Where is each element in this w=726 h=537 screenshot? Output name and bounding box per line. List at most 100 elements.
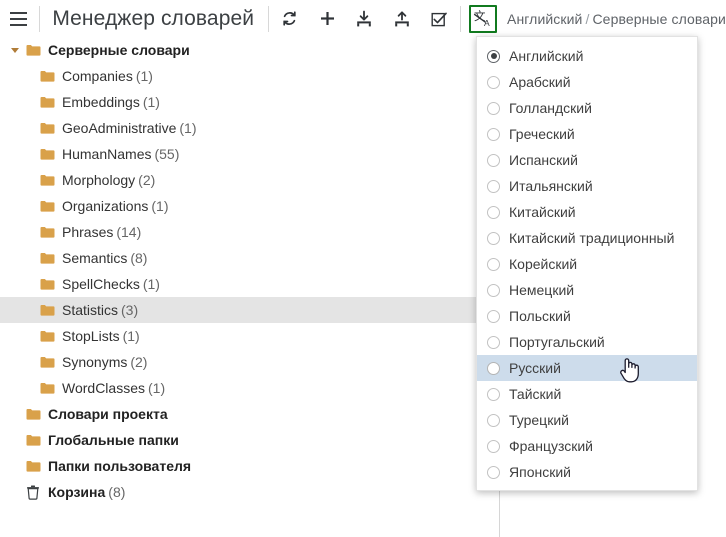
page-title: Менеджер словарей — [52, 6, 255, 30]
tree-root-folder-глобальные[interactable]: Глобальные папки — [0, 427, 499, 453]
language-option[interactable]: Португальский — [477, 329, 697, 355]
radio-button-icon[interactable] — [487, 153, 500, 167]
tree-item-server-dictionaries[interactable]: Серверные словари — [0, 37, 499, 63]
tree-item-phrases[interactable]: Phrases (14) — [0, 219, 499, 245]
radio-button-icon[interactable] — [487, 387, 500, 401]
language-option[interactable]: Китайский — [477, 199, 697, 225]
language-option-label: Русский — [509, 360, 561, 376]
language-option[interactable]: Итальянский — [477, 173, 697, 199]
radio-button-icon[interactable] — [487, 231, 500, 245]
breadcrumb-section[interactable]: Серверные словари — [592, 11, 726, 27]
radio-button-icon[interactable] — [487, 309, 500, 323]
tree-item-label: Embeddings — [62, 94, 140, 110]
language-option[interactable]: Корейский — [477, 251, 697, 277]
export-upload-icon[interactable] — [383, 2, 420, 36]
language-option[interactable]: Русский — [477, 355, 697, 381]
tree-item-morphology[interactable]: Morphology (2) — [0, 167, 499, 193]
tree-item-stoplists[interactable]: StopLists (1) — [0, 323, 499, 349]
hamburger-bar — [10, 11, 28, 14]
radio-button-icon[interactable] — [487, 127, 500, 141]
tree-root-trash-корзина[interactable]: Корзина (8) — [0, 479, 499, 505]
language-option-label: Тайский — [509, 386, 562, 402]
toolbar-divider — [39, 5, 41, 32]
tree-item-count: (1) — [151, 198, 169, 214]
trash-icon — [22, 479, 44, 505]
language-option[interactable]: Тайский — [477, 381, 697, 407]
tree-item-semantics[interactable]: Semantics (8) — [0, 245, 499, 271]
hamburger-bar — [10, 23, 28, 26]
tree-item-label: Phrases — [62, 224, 114, 240]
language-option[interactable]: Французский — [477, 433, 697, 459]
language-option-label: Арабский — [509, 74, 571, 90]
tree-item-count: (1) — [122, 328, 140, 344]
language-option-label: Немецкий — [509, 282, 575, 298]
tree-item-count: (14) — [116, 224, 142, 240]
radio-button-icon[interactable] — [487, 465, 500, 479]
folder-icon — [36, 167, 58, 193]
tree-item-label: Morphology — [62, 172, 136, 188]
radio-button-icon[interactable] — [487, 439, 500, 453]
radio-button-icon[interactable] — [487, 335, 500, 349]
checkbox-checked-icon[interactable] — [420, 2, 457, 36]
tree-item-label: Synonyms — [62, 354, 128, 370]
tree-item-embeddings[interactable]: Embeddings (1) — [0, 89, 499, 115]
tree-item-synonyms[interactable]: Synonyms (2) — [0, 349, 499, 375]
language-option[interactable]: Голландский — [477, 95, 697, 121]
folder-icon — [36, 349, 58, 375]
radio-button-icon[interactable] — [487, 179, 500, 193]
language-option[interactable]: Японский — [477, 459, 697, 485]
language-option-label: Польский — [509, 308, 571, 324]
language-option-label: Английский — [509, 48, 584, 64]
tree-root-folder-словари[interactable]: Словари проекта — [0, 401, 499, 427]
tree-item-label: SpellChecks — [62, 276, 140, 292]
language-option[interactable]: Турецкий — [477, 407, 697, 433]
language-option[interactable]: Испанский — [477, 147, 697, 173]
radio-button-icon[interactable] — [487, 257, 500, 271]
language-option-label: Голландский — [509, 100, 592, 116]
chevron-down-icon[interactable] — [8, 37, 22, 63]
tree-root-folder-папки[interactable]: Папки пользователя — [0, 453, 499, 479]
tree-item-label: StopLists — [62, 328, 120, 344]
radio-button-icon[interactable] — [487, 205, 500, 219]
hamburger-menu-icon[interactable] — [0, 1, 37, 37]
language-option[interactable]: Арабский — [477, 69, 697, 95]
tree-item-label: Organizations — [62, 198, 149, 214]
radio-button-icon[interactable] — [487, 413, 500, 427]
tree-item-companies[interactable]: Companies (1) — [0, 63, 499, 89]
plus-icon[interactable] — [308, 2, 345, 36]
language-option[interactable]: Греческий — [477, 121, 697, 147]
tree-item-label: WordClasses — [62, 380, 145, 396]
tree-item-label: GeoAdministrative — [62, 120, 177, 136]
tree-children-container: Companies (1) Embeddings (1) GeoAdministrati… — [0, 63, 499, 401]
tree-item-geoadministrative[interactable]: GeoAdministrative (1) — [0, 115, 499, 141]
radio-button-icon[interactable] — [487, 283, 500, 297]
radio-button-icon[interactable] — [487, 49, 500, 63]
import-download-icon[interactable] — [346, 2, 383, 36]
language-dropdown-menu[interactable]: Английский Арабский Голландский Греческий Ис… — [476, 36, 698, 491]
language-option[interactable]: Китайский традиционный — [477, 225, 697, 251]
radio-button-icon[interactable] — [487, 101, 500, 115]
svg-text:A: A — [484, 18, 490, 28]
folder-icon — [36, 141, 58, 167]
tree-item-humannames[interactable]: HumanNames (55) — [0, 141, 499, 167]
folder-icon — [22, 401, 44, 427]
folder-icon — [22, 453, 44, 479]
radio-button-icon[interactable] — [487, 75, 500, 89]
translate-icon[interactable]: 文 A — [468, 4, 498, 33]
tree-item-organizations[interactable]: Organizations (1) — [0, 193, 499, 219]
tree-item-count: (1) — [179, 120, 197, 136]
dictionary-tree-panel[interactable]: Серверные словари Companies (1) Embeddings… — [0, 37, 499, 537]
tree-item-wordclasses[interactable]: WordClasses (1) — [0, 375, 499, 401]
tree-item-statistics[interactable]: Statistics (3) — [0, 297, 499, 323]
radio-button-icon[interactable] — [487, 361, 500, 375]
breadcrumb-language[interactable]: Английский — [507, 11, 582, 27]
tree-item-count: (1) — [148, 380, 166, 396]
tree-item-spellchecks[interactable]: SpellChecks (1) — [0, 271, 499, 297]
tree-item-label: Semantics — [62, 250, 128, 266]
refresh-icon[interactable] — [271, 2, 308, 36]
folder-icon — [22, 427, 44, 453]
language-option[interactable]: Польский — [477, 303, 697, 329]
language-option[interactable]: Английский — [477, 43, 697, 69]
tree-item-label: HumanNames — [62, 146, 152, 162]
language-option[interactable]: Немецкий — [477, 277, 697, 303]
